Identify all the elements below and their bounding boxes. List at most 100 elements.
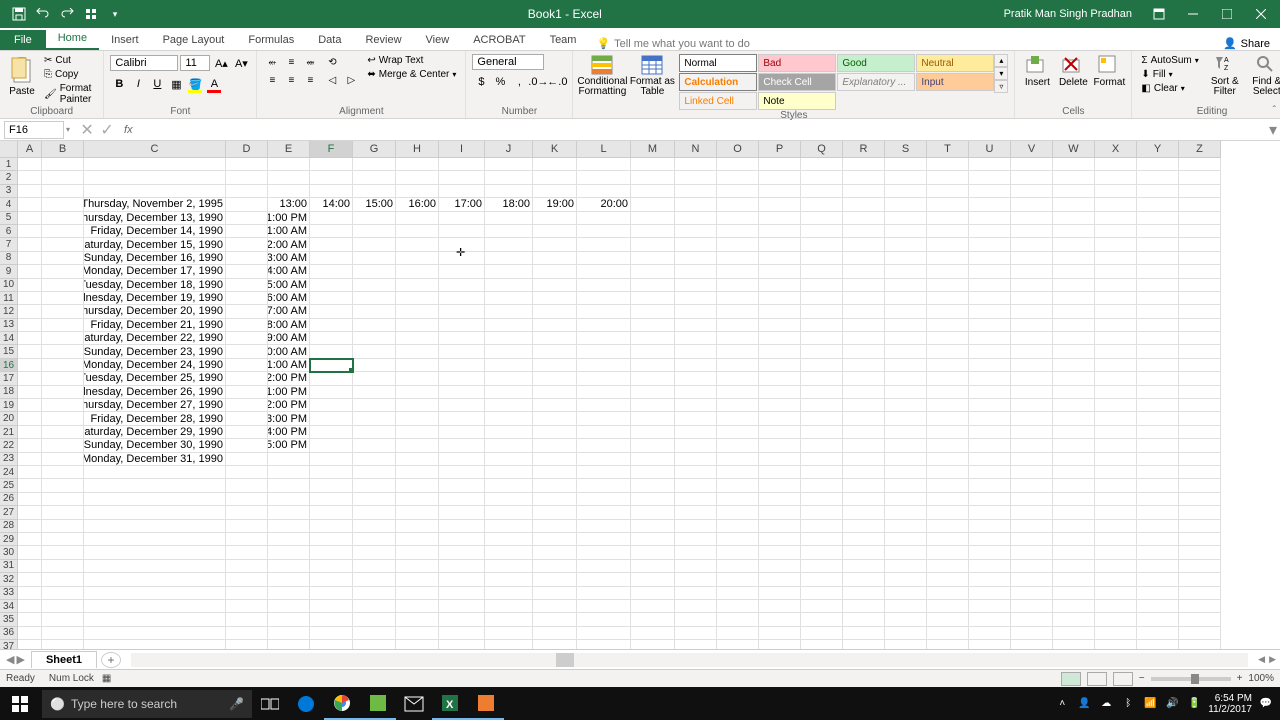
- cell-T8[interactable]: [927, 252, 969, 265]
- cell-X14[interactable]: [1095, 332, 1137, 345]
- cell-O29[interactable]: [717, 533, 759, 546]
- cell-X19[interactable]: [1095, 399, 1137, 412]
- cell-Q10[interactable]: [801, 279, 843, 292]
- cell-B18[interactable]: [42, 386, 84, 399]
- cell-R13[interactable]: [843, 319, 885, 332]
- cell-M14[interactable]: [631, 332, 675, 345]
- cell-Z3[interactable]: [1179, 185, 1221, 198]
- cell-Q29[interactable]: [801, 533, 843, 546]
- cell-D19[interactable]: [226, 399, 268, 412]
- cell-U8[interactable]: [969, 252, 1011, 265]
- cell-W20[interactable]: [1053, 412, 1095, 425]
- cell-B30[interactable]: [42, 546, 84, 559]
- cell-P7[interactable]: [759, 238, 801, 251]
- cell-R27[interactable]: [843, 506, 885, 519]
- cell-K22[interactable]: [533, 439, 577, 452]
- cell-B16[interactable]: [42, 359, 84, 372]
- cell-G7[interactable]: [353, 238, 396, 251]
- qat-more[interactable]: ▾: [104, 3, 126, 25]
- cell-G18[interactable]: [353, 386, 396, 399]
- cell-Z13[interactable]: [1179, 319, 1221, 332]
- row-header-13[interactable]: 13: [0, 319, 18, 332]
- cell-N13[interactable]: [675, 319, 717, 332]
- cell-E22[interactable]: 5:00 PM: [268, 439, 310, 452]
- cell-O1[interactable]: [717, 158, 759, 171]
- cell-S32[interactable]: [885, 573, 927, 586]
- cell-P32[interactable]: [759, 573, 801, 586]
- cell-N33[interactable]: [675, 587, 717, 600]
- cell-Z9[interactable]: [1179, 265, 1221, 278]
- cell-Z18[interactable]: [1179, 386, 1221, 399]
- cell-I11[interactable]: [439, 292, 485, 305]
- cell-M4[interactable]: [631, 198, 675, 211]
- cell-Y14[interactable]: [1137, 332, 1179, 345]
- cell-A21[interactable]: [18, 426, 42, 439]
- cell-B4[interactable]: [42, 198, 84, 211]
- cell-K34[interactable]: [533, 600, 577, 613]
- cell-A14[interactable]: [18, 332, 42, 345]
- cell-R10[interactable]: [843, 279, 885, 292]
- cell-O20[interactable]: [717, 412, 759, 425]
- cell-M16[interactable]: [631, 359, 675, 372]
- col-header-D[interactable]: D: [226, 141, 268, 158]
- cell-I9[interactable]: [439, 265, 485, 278]
- style-input[interactable]: Input: [916, 73, 994, 91]
- cell-Z5[interactable]: [1179, 212, 1221, 225]
- name-box-dropdown[interactable]: ▾: [66, 125, 70, 134]
- cell-E13[interactable]: 8:00 AM: [268, 319, 310, 332]
- col-header-Z[interactable]: Z: [1179, 141, 1221, 158]
- cell-V35[interactable]: [1011, 613, 1053, 626]
- formula-expand[interactable]: ▾: [1266, 120, 1280, 140]
- cell-W10[interactable]: [1053, 279, 1095, 292]
- cell-U20[interactable]: [969, 412, 1011, 425]
- col-header-W[interactable]: W: [1053, 141, 1095, 158]
- cell-X9[interactable]: [1095, 265, 1137, 278]
- cell-A30[interactable]: [18, 546, 42, 559]
- cell-L1[interactable]: [577, 158, 631, 171]
- cell-Q26[interactable]: [801, 493, 843, 506]
- cell-V7[interactable]: [1011, 238, 1053, 251]
- cell-V19[interactable]: [1011, 399, 1053, 412]
- cell-H14[interactable]: [396, 332, 439, 345]
- cell-K14[interactable]: [533, 332, 577, 345]
- cell-O18[interactable]: [717, 386, 759, 399]
- cell-D12[interactable]: [226, 305, 268, 318]
- cell-F29[interactable]: [310, 533, 353, 546]
- taskbar-edge[interactable]: [288, 687, 324, 720]
- cell-C35[interactable]: [84, 613, 226, 626]
- cell-J15[interactable]: [485, 345, 533, 358]
- cell-L16[interactable]: [577, 359, 631, 372]
- cell-C21[interactable]: Saturday, December 29, 1990: [84, 426, 226, 439]
- cell-W13[interactable]: [1053, 319, 1095, 332]
- cell-Y5[interactable]: [1137, 212, 1179, 225]
- cell-U36[interactable]: [969, 627, 1011, 640]
- cell-N6[interactable]: [675, 225, 717, 238]
- cell-T9[interactable]: [927, 265, 969, 278]
- cell-B29[interactable]: [42, 533, 84, 546]
- cell-X33[interactable]: [1095, 587, 1137, 600]
- cell-G14[interactable]: [353, 332, 396, 345]
- cell-D11[interactable]: [226, 292, 268, 305]
- cell-J35[interactable]: [485, 613, 533, 626]
- cell-W25[interactable]: [1053, 479, 1095, 492]
- maximize-button[interactable]: [1212, 0, 1242, 28]
- cell-F1[interactable]: [310, 158, 353, 171]
- cell-S10[interactable]: [885, 279, 927, 292]
- cell-O30[interactable]: [717, 546, 759, 559]
- cell-Y25[interactable]: [1137, 479, 1179, 492]
- tab-team[interactable]: Team: [538, 30, 589, 50]
- cell-Z6[interactable]: [1179, 225, 1221, 238]
- cell-Q3[interactable]: [801, 185, 843, 198]
- cell-S5[interactable]: [885, 212, 927, 225]
- cell-A23[interactable]: [18, 453, 42, 466]
- cell-S30[interactable]: [885, 546, 927, 559]
- cell-T11[interactable]: [927, 292, 969, 305]
- cell-P29[interactable]: [759, 533, 801, 546]
- row-header-29[interactable]: 29: [0, 533, 18, 546]
- cell-L7[interactable]: [577, 238, 631, 251]
- cell-J14[interactable]: [485, 332, 533, 345]
- cell-E26[interactable]: [268, 493, 310, 506]
- cell-L2[interactable]: [577, 171, 631, 184]
- cell-M28[interactable]: [631, 520, 675, 533]
- cell-T21[interactable]: [927, 426, 969, 439]
